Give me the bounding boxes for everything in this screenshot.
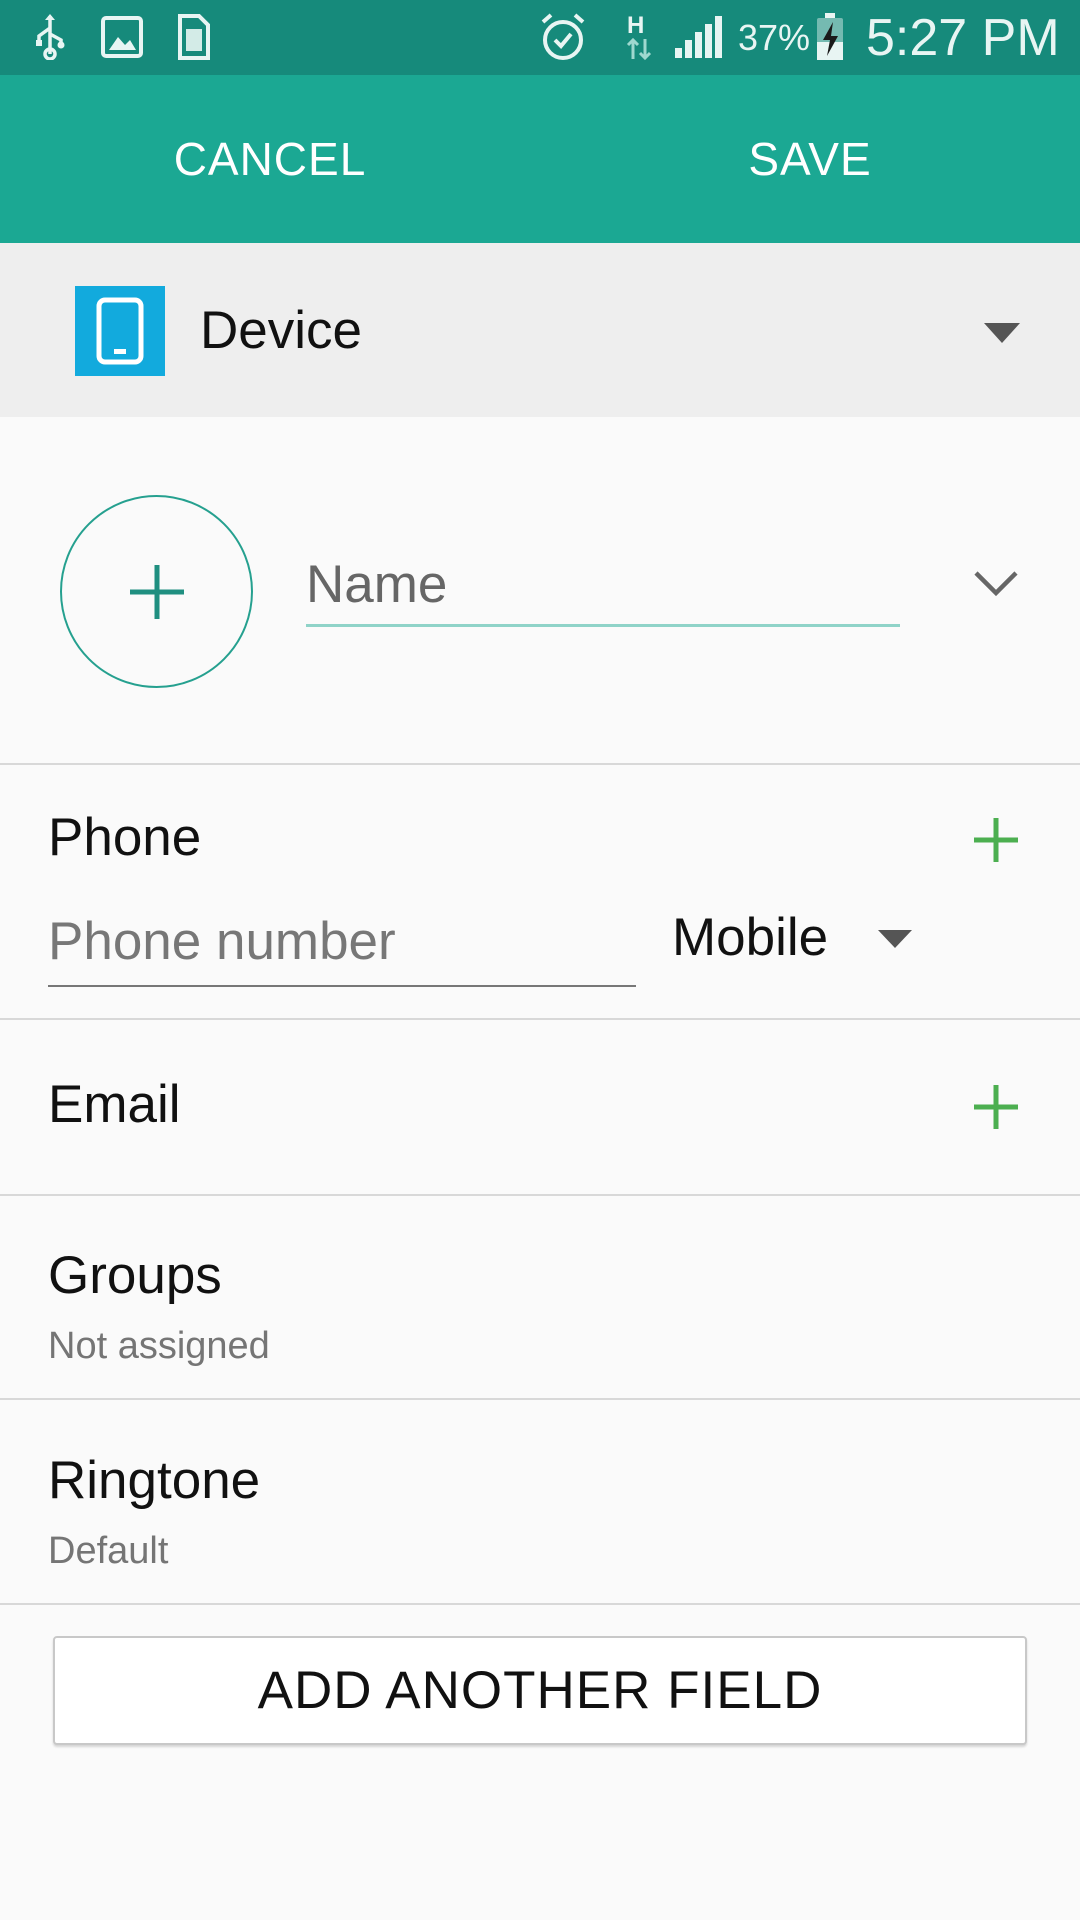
email-label: Email [48,1075,181,1134]
sim-icon [174,12,214,62]
name-section [0,417,1080,763]
groups-value: Not assigned [48,1325,270,1367]
signal-icon [672,12,724,62]
expand-name-icon[interactable] [972,569,1020,604]
plus-icon [974,818,1018,862]
phone-label: Phone [48,808,202,867]
network-h-icon: H [622,12,656,62]
phone-number-field[interactable] [48,897,636,985]
divider [0,763,1080,765]
image-icon [100,12,144,62]
name-field-container [306,545,900,627]
save-button[interactable]: SAVE [540,75,1080,243]
add-photo-button[interactable] [60,495,253,688]
cancel-button[interactable]: CANCEL [0,75,540,243]
divider [0,1603,1080,1605]
svg-text:H: H [627,12,644,39]
alarm-icon [538,12,588,62]
clock: 5:27 PM [866,8,1060,67]
divider [0,1194,1080,1196]
name-field[interactable] [306,545,900,624]
action-bar: CANCEL SAVE [0,75,1080,243]
dropdown-arrow-icon [982,321,1022,350]
add-another-field-button[interactable]: ADD ANOTHER FIELD [53,1636,1027,1745]
battery-charging-icon [814,12,846,62]
account-label: Device [200,300,363,360]
plus-icon [129,564,184,619]
phone-type-selector[interactable]: Mobile [672,897,828,977]
add-email-button[interactable] [970,1081,1022,1133]
add-phone-button[interactable] [970,814,1022,866]
usb-icon [30,12,70,62]
dropdown-arrow-icon[interactable] [876,928,914,955]
groups-label: Groups [48,1246,222,1305]
status-bar: H 37% 5:27 PM [0,0,1080,75]
divider [0,1018,1080,1020]
account-selector[interactable]: Device [0,243,1080,417]
ringtone-value: Default [48,1530,169,1572]
phone-field-container [48,897,636,987]
divider [0,1398,1080,1400]
plus-icon [974,1085,1018,1129]
battery-percent: 37% [738,16,811,58]
device-icon [75,286,165,376]
ringtone-label: Ringtone [48,1451,261,1510]
